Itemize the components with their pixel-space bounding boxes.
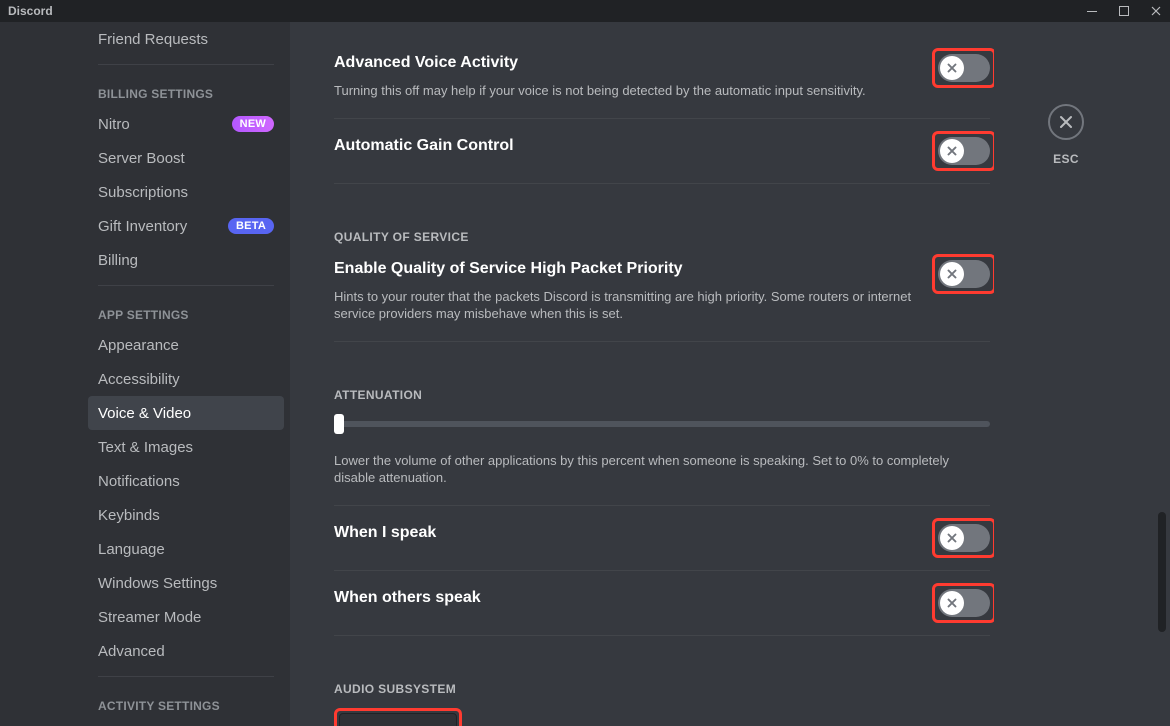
option-desc-attenuation: Lower the volume of other applications b…: [334, 452, 990, 487]
toggle-agc[interactable]: [938, 137, 990, 165]
sidebar-item-advanced[interactable]: Advanced: [88, 634, 284, 668]
sidebar-item-nitro[interactable]: Nitro NEW: [88, 107, 284, 141]
close-button[interactable]: [1150, 5, 1162, 17]
toggle-knob: [940, 526, 964, 550]
toggle-when-others-speak[interactable]: [938, 589, 990, 617]
sidebar-item-label: Subscriptions: [98, 184, 188, 201]
x-icon: [945, 144, 959, 158]
x-icon: [945, 61, 959, 75]
sidebar-item-activity-privacy[interactable]: Activity Privacy: [88, 719, 284, 726]
attenuation-slider[interactable]: [334, 414, 990, 434]
window-controls: [1086, 5, 1162, 17]
option-title-when-i-speak: When I speak: [334, 524, 436, 542]
section-heading-audio-subsystem: AUDIO SUBSYSTEM: [334, 682, 990, 696]
badge-new: NEW: [232, 116, 274, 132]
settings-content: Advanced Voice Activity Turning this off…: [334, 22, 994, 726]
toggle-qos[interactable]: [938, 260, 990, 288]
chevron-down-icon: [957, 720, 975, 726]
slider-track: [334, 421, 990, 427]
sidebar-item-label: Windows Settings: [98, 575, 217, 592]
audio-subsystem-select-visible[interactable]: Standard: [339, 713, 457, 726]
sidebar-item-label: Text & Images: [98, 439, 193, 456]
sidebar-item-label: Billing: [98, 252, 138, 269]
sidebar-divider: [98, 676, 274, 677]
section-heading-qos: QUALITY OF SERVICE: [334, 230, 990, 244]
toggle-advanced-voice[interactable]: [938, 54, 990, 82]
sidebar-item-billing[interactable]: Billing: [88, 243, 284, 277]
close-icon: [1058, 114, 1074, 130]
settings-sidebar: Friend Requests BILLING SETTINGS Nitro N…: [0, 22, 290, 726]
highlight-box: Standard: [334, 708, 462, 726]
sidebar-item-notifications[interactable]: Notifications: [88, 464, 284, 498]
scrollbar-thumb[interactable]: [1158, 512, 1166, 632]
sidebar-item-label: Keybinds: [98, 507, 160, 524]
sidebar-item-streamer-mode[interactable]: Streamer Mode: [88, 600, 284, 634]
sidebar-item-gift-inventory[interactable]: Gift Inventory BETA: [88, 209, 284, 243]
sidebar-item-language[interactable]: Language: [88, 532, 284, 566]
sidebar-divider: [98, 285, 274, 286]
minimize-button[interactable]: [1086, 5, 1098, 17]
sidebar-item-label: Language: [98, 541, 165, 558]
maximize-button[interactable]: [1118, 5, 1130, 17]
sidebar-item-label: Friend Requests: [98, 31, 208, 48]
divider: [334, 635, 990, 636]
option-desc-qos: Hints to your router that the packets Di…: [334, 288, 918, 323]
option-title-when-others-speak: When others speak: [334, 589, 481, 607]
sidebar-item-label: Appearance: [98, 337, 179, 354]
toggle-knob: [940, 139, 964, 163]
sidebar-item-windows-settings[interactable]: Windows Settings: [88, 566, 284, 600]
toggle-knob: [940, 591, 964, 615]
badge-beta: BETA: [228, 218, 274, 234]
sidebar-heading-activity: ACTIVITY SETTINGS: [88, 699, 284, 713]
sidebar-item-label: Voice & Video: [98, 405, 191, 422]
x-icon: [945, 531, 959, 545]
toggle-knob: [940, 262, 964, 286]
option-title-qos: Enable Quality of Service High Packet Pr…: [334, 260, 918, 278]
sidebar-item-label: Nitro: [98, 116, 130, 133]
divider: [334, 183, 990, 184]
esc-button-wrap: ESC: [1048, 104, 1084, 166]
app-body: Friend Requests BILLING SETTINGS Nitro N…: [0, 22, 1170, 726]
section-heading-attenuation: ATTENUATION: [334, 388, 990, 402]
sidebar-item-label: Streamer Mode: [98, 609, 201, 626]
option-title-advanced-voice: Advanced Voice Activity: [334, 54, 918, 72]
option-desc-advanced-voice: Turning this off may help if your voice …: [334, 82, 918, 100]
x-icon: [945, 267, 959, 281]
sidebar-item-text-images[interactable]: Text & Images: [88, 430, 284, 464]
titlebar: Discord: [0, 0, 1170, 22]
sidebar-item-accessibility[interactable]: Accessibility: [88, 362, 284, 396]
sidebar-item-keybinds[interactable]: Keybinds: [88, 498, 284, 532]
settings-main: ESC Advanced Voice Activity Turning this…: [290, 22, 1170, 726]
slider-thumb[interactable]: [334, 414, 344, 434]
esc-label: ESC: [1053, 152, 1079, 166]
sidebar-heading-app: APP SETTINGS: [88, 308, 284, 322]
sidebar-item-friend-requests[interactable]: Friend Requests: [88, 22, 284, 56]
sidebar-item-voice-video[interactable]: Voice & Video: [88, 396, 284, 430]
sidebar-item-label: Accessibility: [98, 371, 180, 388]
sidebar-item-label: Server Boost: [98, 150, 185, 167]
sidebar-item-server-boost[interactable]: Server Boost: [88, 141, 284, 175]
x-icon: [945, 596, 959, 610]
option-title-agc: Automatic Gain Control: [334, 137, 514, 155]
sidebar-divider: [98, 64, 274, 65]
toggle-when-i-speak[interactable]: [938, 524, 990, 552]
sidebar-item-subscriptions[interactable]: Subscriptions: [88, 175, 284, 209]
close-settings-button[interactable]: [1048, 104, 1084, 140]
toggle-knob: [940, 56, 964, 80]
sidebar-item-appearance[interactable]: Appearance: [88, 328, 284, 362]
sidebar-item-label: Advanced: [98, 643, 165, 660]
titlebar-title: Discord: [8, 4, 53, 18]
divider: [334, 505, 990, 506]
sidebar-item-label: Notifications: [98, 473, 180, 490]
divider: [334, 118, 990, 119]
sidebar-item-label: Gift Inventory: [98, 218, 187, 235]
sidebar-heading-billing: BILLING SETTINGS: [88, 87, 284, 101]
divider: [334, 570, 990, 571]
divider: [334, 341, 990, 342]
